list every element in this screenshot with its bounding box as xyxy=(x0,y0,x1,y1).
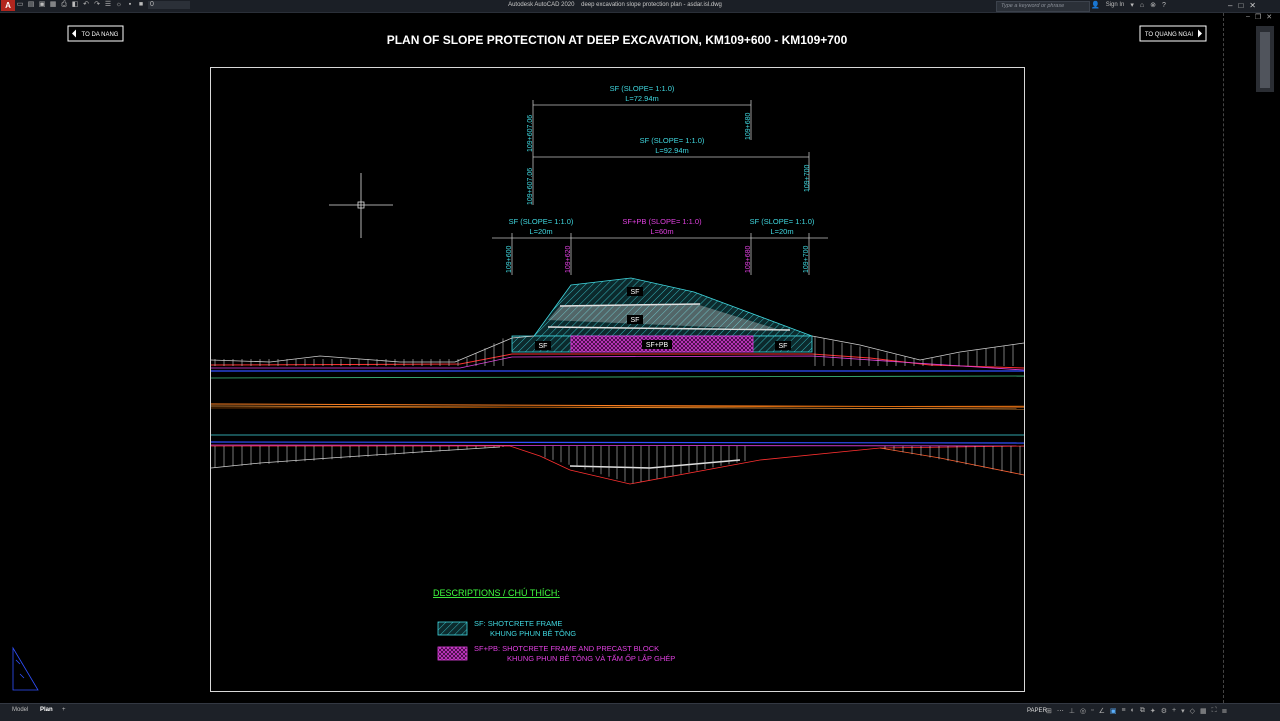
direction-right-label: TO QUANG NGAI xyxy=(1145,32,1194,38)
station-109-600: 109+600 xyxy=(506,245,513,273)
segment2-label: SF+PB (SLOPE= 1:1.0) xyxy=(622,217,702,226)
units-icon[interactable]: ▾ xyxy=(1181,707,1185,715)
direction-right-arrow: TO QUANG NGAI xyxy=(1139,25,1207,42)
status-bar: Model Plan + PAPER ⊞ ⋯ ⊥ ◎ ▫ ∠ ▣ ≡ ◐ ⧉ ✦… xyxy=(0,703,1280,721)
selection-cycling-icon[interactable]: ⧉ xyxy=(1140,707,1145,715)
exchange-icon[interactable]: ⊗ xyxy=(1150,1,1156,10)
sign-in-link[interactable]: Sign In xyxy=(1106,1,1125,10)
annotation-scale-icon[interactable]: ✦ xyxy=(1150,707,1156,715)
legend-swatch-sfpb xyxy=(437,646,468,661)
viewport-frame[interactable] xyxy=(210,67,1025,692)
segment1-length: L=20m xyxy=(529,227,552,236)
lower-terrain xyxy=(210,445,1025,485)
direction-left-label: TO DA NANG xyxy=(82,32,119,38)
legend: DESCRIPTIONS / CHÚ THÍCH: SF: SHOTCRETE … xyxy=(433,588,675,663)
station-109-680: 109+680 xyxy=(745,245,752,273)
hatch-label-sfpb: SF+PB xyxy=(646,342,669,349)
legend-sfpb-line2: KHUNG PHUN BÊ TÔNG VÀ TẤM ỐP LẮP GHÉP xyxy=(507,653,675,663)
close-icon[interactable]: ✕ xyxy=(1249,0,1256,11)
polar-icon[interactable]: ◎ xyxy=(1080,707,1086,715)
legend-sf-line2: KHUNG PHUN BÊ TÔNG xyxy=(490,629,576,638)
status-tools: ⊞ ⋯ ⊥ ◎ ▫ ∠ ▣ ≡ ◐ ⧉ ✦ ⚙ + ▾ ◇ ▦ ⛶ ≣ xyxy=(1046,707,1227,715)
maximize-icon[interactable]: □ xyxy=(1238,0,1243,11)
ucs-icon xyxy=(12,646,39,691)
crosshair-cursor xyxy=(329,173,393,238)
workspace-gear-icon[interactable]: ⚙ xyxy=(1161,707,1167,715)
direction-left-arrow: TO DA NANG xyxy=(67,25,124,42)
legend-swatch-sf xyxy=(437,621,468,636)
dim1-start-station: 109+607.06 xyxy=(527,115,534,152)
isolate-objects-icon[interactable]: ◇ xyxy=(1190,707,1195,715)
document-name: deep excavation slope protection plan - … xyxy=(581,2,722,8)
station-109-700: 109+700 xyxy=(803,245,810,273)
drawing-title: PLAN OF SLOPE PROTECTION AT DEEP EXCAVAT… xyxy=(387,33,848,47)
tab-model[interactable]: Model xyxy=(12,707,28,713)
dim1-end-station: 109+680 xyxy=(745,112,752,140)
window-controls: – □ ✕ xyxy=(1228,0,1256,11)
legend-sf-line1: SF: SHOTCRETE FRAME xyxy=(474,619,562,628)
hatch-label-sf-top: SF xyxy=(631,289,640,296)
hardware-acceleration-icon[interactable]: ▦ xyxy=(1200,707,1207,715)
cart-icon[interactable]: ⌂ xyxy=(1140,1,1144,10)
segment3-length: L=20m xyxy=(770,227,793,236)
dimension-lines xyxy=(492,100,828,275)
help-icon[interactable]: ? xyxy=(1162,1,1166,10)
transparency-icon[interactable]: ◐ xyxy=(1131,707,1135,715)
dim2-length: L=92.94m xyxy=(655,146,689,155)
dim1-length: L=72.94m xyxy=(625,94,659,103)
segment2-length: L=60m xyxy=(650,227,673,236)
user-icon[interactable]: 👤 xyxy=(1091,1,1100,10)
segment1-label: SF (SLOPE= 1:1.0) xyxy=(509,217,574,226)
app-name: Autodesk AutoCAD 2020 xyxy=(508,2,575,8)
dim2-end-station: 109+700 xyxy=(804,164,811,192)
search-input[interactable]: Type a keyword or phrase xyxy=(996,1,1090,12)
dim2-label: SF (SLOPE= 1:1.0) xyxy=(640,136,705,145)
segment3-label: SF (SLOPE= 1:1.0) xyxy=(750,217,815,226)
legend-heading: DESCRIPTIONS / CHÚ THÍCH: xyxy=(433,588,560,598)
road-alignment xyxy=(210,370,1025,447)
dim2-start-station: 109+607.06 xyxy=(527,168,534,205)
model-viewport-icon[interactable]: ▣ xyxy=(1110,707,1117,715)
minimize-icon[interactable]: – xyxy=(1228,0,1232,11)
grid-icon[interactable]: ⊞ xyxy=(1046,707,1052,715)
drawing-canvas[interactable]: PLAN OF SLOPE PROTECTION AT DEEP EXCAVAT… xyxy=(0,13,1280,703)
hatch-label-sf-left: SF xyxy=(539,343,548,350)
hatch-label-sf-mid: SF xyxy=(631,317,640,324)
osnap-icon[interactable]: ▫ xyxy=(1091,707,1093,715)
hatch-label-sf-right: SF xyxy=(779,343,788,350)
account-area: 👤 Sign In ▾ ⌂ ⊗ ? xyxy=(1091,1,1166,10)
slope-protection-upper xyxy=(511,277,813,353)
chevron-down-icon[interactable]: ▾ xyxy=(1130,1,1134,10)
add-layout-button[interactable]: + xyxy=(62,707,66,713)
customization-icon[interactable]: ≣ xyxy=(1222,707,1228,715)
annotation-monitor-icon[interactable]: + xyxy=(1172,707,1176,715)
otrack-icon[interactable]: ∠ xyxy=(1099,707,1105,715)
station-109-620: 109+620 xyxy=(565,245,572,273)
snap-icon[interactable]: ⋯ xyxy=(1057,707,1064,715)
dim1-label: SF (SLOPE= 1:1.0) xyxy=(610,84,675,93)
lineweight-icon[interactable]: ≡ xyxy=(1121,707,1125,715)
clean-screen-icon[interactable]: ⛶ xyxy=(1212,707,1217,715)
legend-sfpb-line1: SF+PB: SHOTCRETE FRAME AND PRECAST BLOCK xyxy=(474,644,659,653)
title-bar: A ▭ ▤ ▣ ▦ ⎙ ◧ ↶ ↷ ☰ ☼ ▪ ■ 0 Autodesk Aut… xyxy=(0,0,1280,13)
tab-plan[interactable]: Plan xyxy=(40,707,53,713)
paper-space-toggle[interactable]: PAPER xyxy=(1027,708,1047,714)
ortho-icon[interactable]: ⊥ xyxy=(1069,707,1075,715)
